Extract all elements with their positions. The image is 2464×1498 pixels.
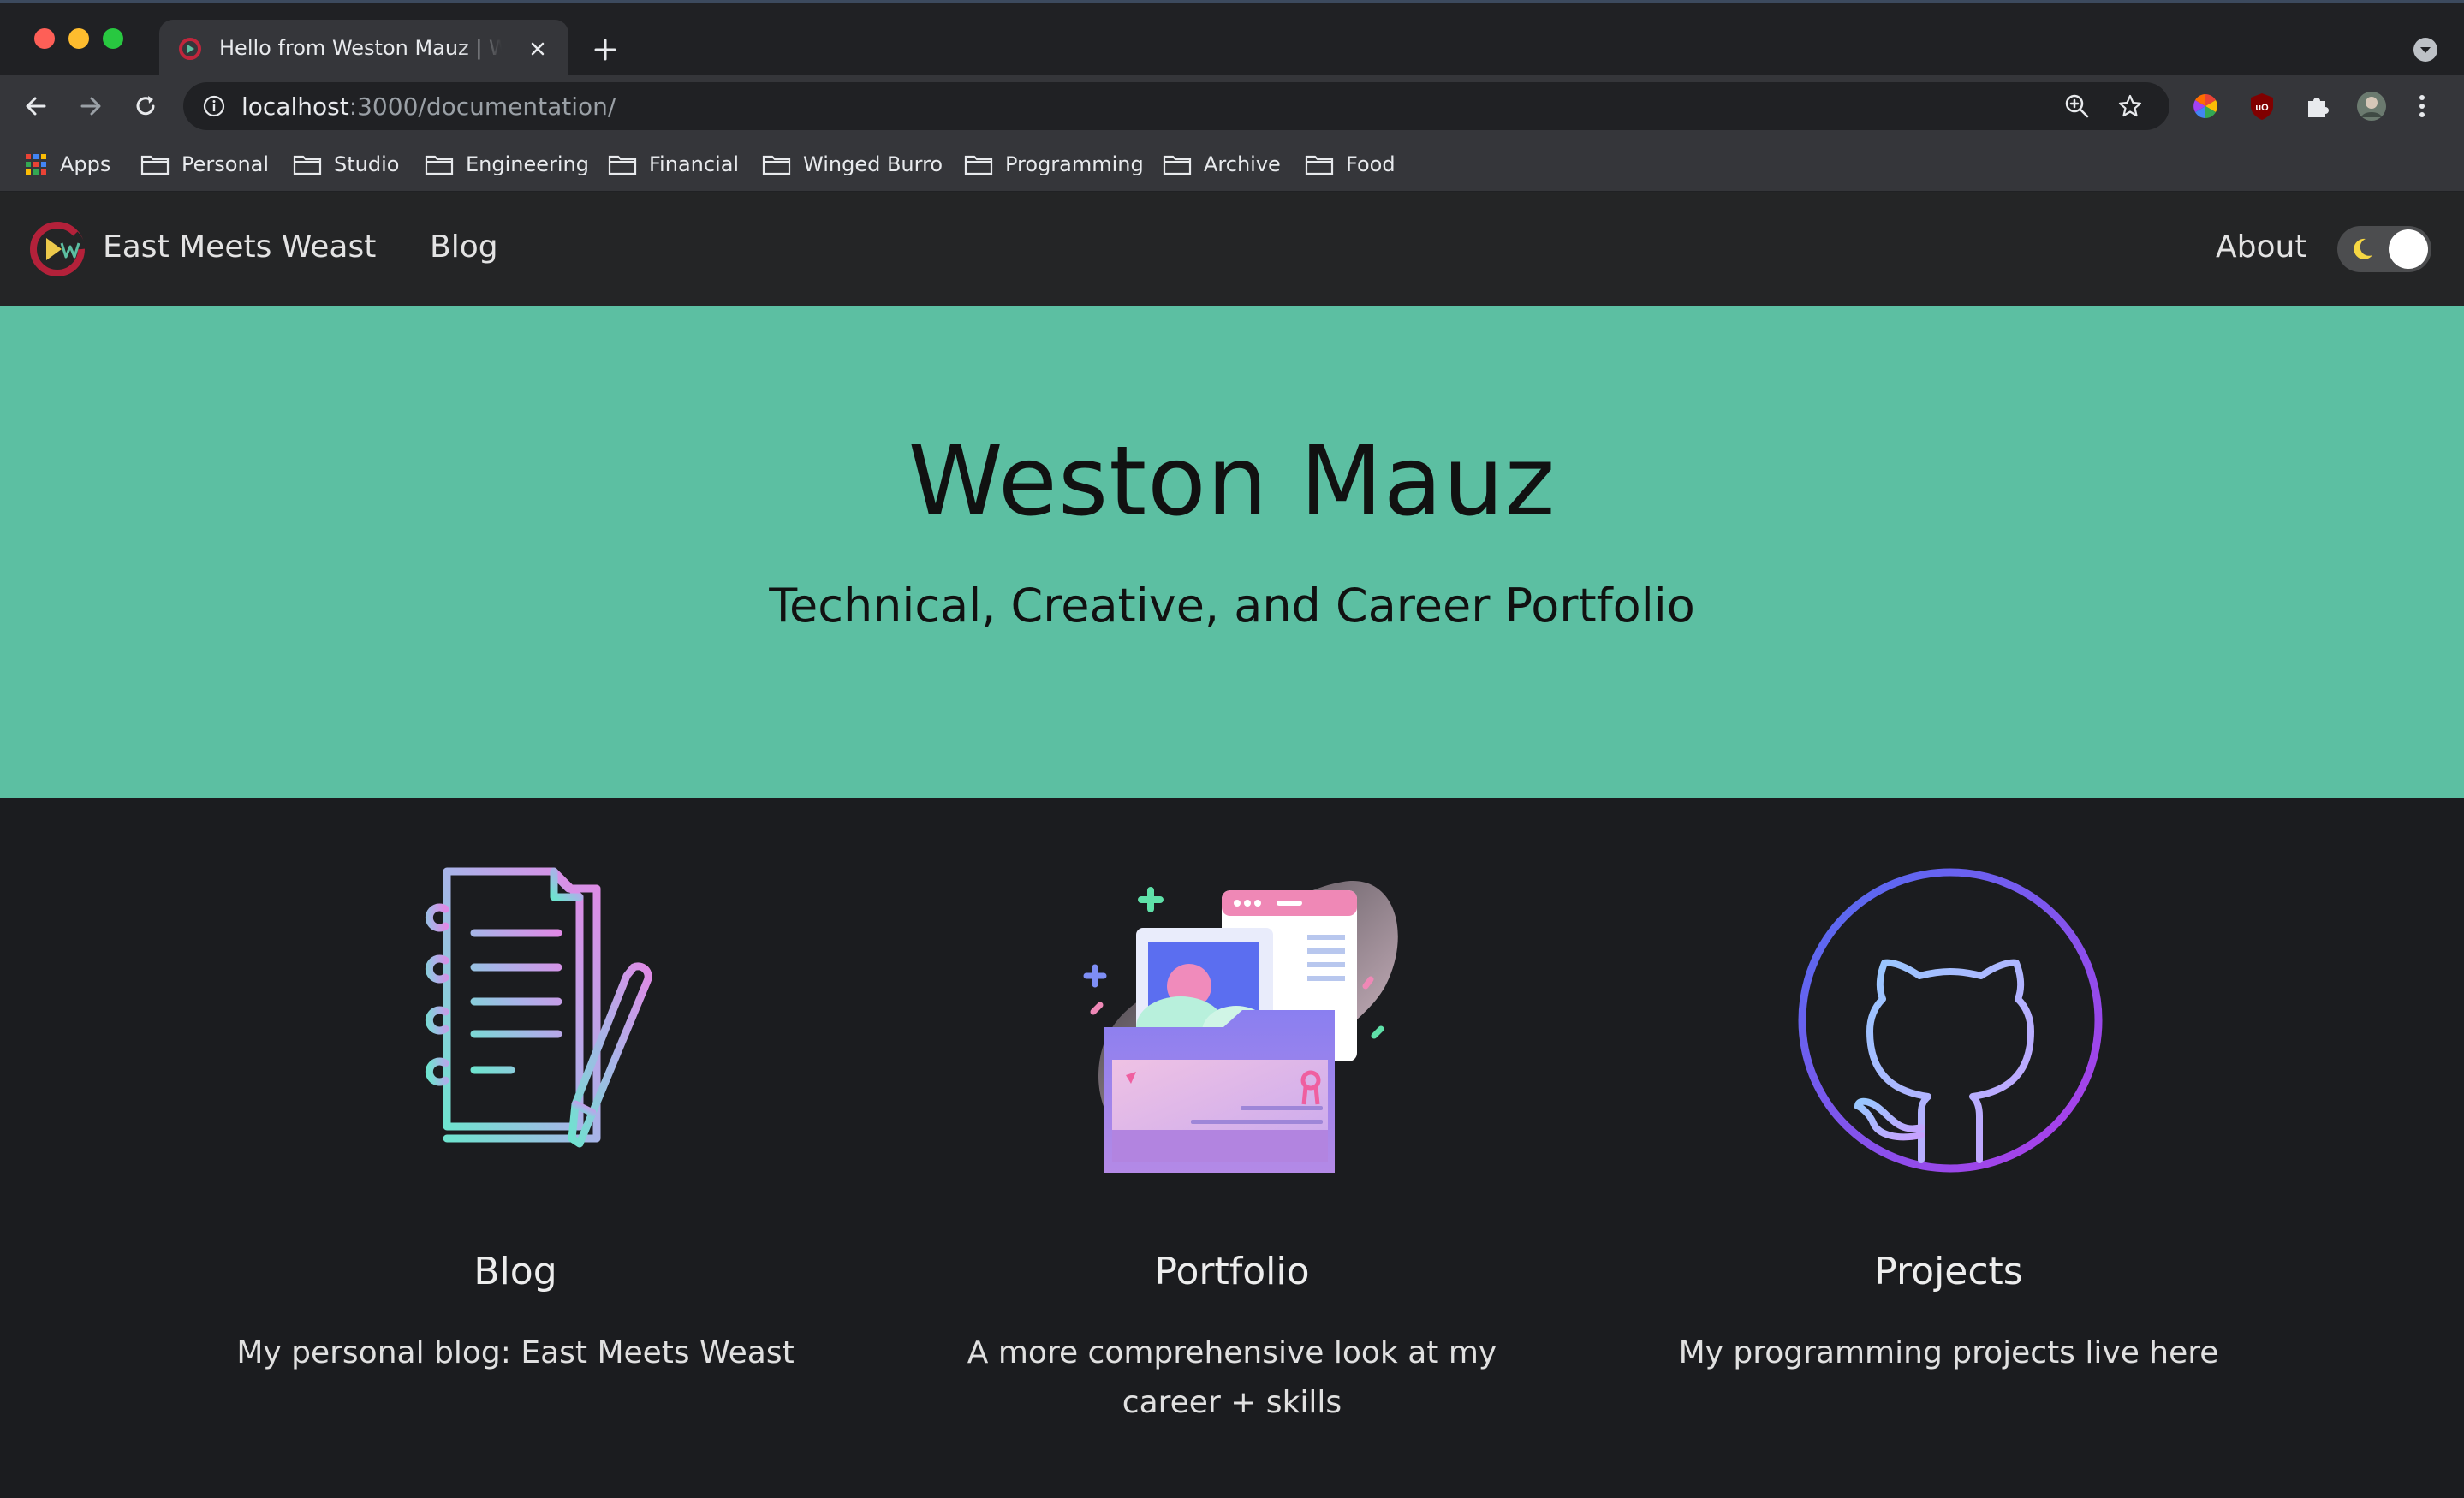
moon-icon: [2354, 238, 2372, 259]
apps-grid-icon: [26, 154, 46, 175]
folder-icon: [1163, 155, 1192, 175]
nav-link-about[interactable]: About: [2216, 229, 2306, 265]
folder-icon: [608, 155, 637, 175]
feature-title[interactable]: Blog: [164, 1250, 866, 1293]
feature-card-projects[interactable]: Projects My programming projects live he…: [1598, 798, 2300, 1498]
address-bar[interactable]: localhost:3000/documentation/: [183, 82, 2169, 130]
toggle-knob: [2389, 229, 2428, 269]
hero-title: Weston Mauz: [908, 426, 1556, 538]
tab-search-chevron-icon[interactable]: [2413, 37, 2438, 62]
bookmark-folder-archive[interactable]: Archive: [1163, 149, 1281, 180]
reload-icon[interactable]: [130, 91, 161, 122]
folder-icon: [425, 155, 454, 175]
folder-icon: [964, 155, 993, 175]
site-navbar: East Meets Weast Blog About: [0, 192, 2464, 306]
features-section: Blog My personal blog: East Meets Weast: [0, 798, 2464, 1498]
bookmarks-bar: Apps Personal Studio Engineering Financi…: [0, 137, 2464, 192]
profile-avatar-icon[interactable]: [2354, 89, 2389, 123]
bookmark-star-icon[interactable]: [2116, 92, 2144, 120]
bookmark-folder-food[interactable]: Food: [1305, 149, 1396, 180]
site-logo-icon[interactable]: [27, 219, 87, 279]
bookmark-apps[interactable]: Apps: [24, 149, 110, 180]
folder-icon: [293, 155, 322, 175]
bookmark-folder-winged-burro[interactable]: Winged Burro: [762, 149, 943, 180]
bookmark-folder-studio[interactable]: Studio: [293, 149, 399, 180]
forward-arrow-icon[interactable]: [75, 91, 106, 122]
address-url[interactable]: localhost:3000/documentation/: [241, 92, 616, 121]
window-zoom-button[interactable]: [103, 28, 123, 49]
back-arrow-icon[interactable]: [21, 91, 51, 122]
feature-title[interactable]: Projects: [1598, 1250, 2300, 1293]
browser-tab-strip: Hello from Weston Mauz | Weston Mauz: [0, 0, 2464, 78]
new-tab-plus-icon[interactable]: [591, 35, 620, 64]
ublock-shield-icon[interactable]: uO: [2245, 89, 2279, 123]
feature-card-blog[interactable]: Blog My personal blog: East Meets Weast: [164, 798, 866, 1498]
hero-subtitle: Technical, Creative, and Career Portfoli…: [769, 579, 1695, 633]
site-info-icon[interactable]: [202, 94, 226, 118]
browser-toolbar: localhost:3000/documentation/ uO: [0, 75, 2464, 137]
site-favicon-icon: [179, 38, 201, 60]
site-brand-link[interactable]: East Meets Weast: [103, 229, 376, 265]
bookmark-folder-personal[interactable]: Personal: [140, 149, 269, 180]
feature-card-portfolio[interactable]: Portfolio A more comprehensive look at m…: [881, 798, 1583, 1498]
browser-tab-active[interactable]: Hello from Weston Mauz | Weston Mauz: [159, 20, 568, 78]
close-tab-icon[interactable]: [526, 37, 550, 61]
folder-icon: [140, 155, 170, 175]
extensions-puzzle-icon[interactable]: [2300, 89, 2334, 123]
feature-description: My personal blog: East Meets Weast: [236, 1335, 795, 1370]
feature-description: My programming projects live here: [1678, 1335, 2219, 1370]
nav-link-blog[interactable]: Blog: [430, 229, 498, 265]
feature-description: A more comprehensive look at my career +…: [967, 1335, 1497, 1420]
portfolio-folder-icon[interactable]: [1052, 856, 1412, 1173]
window-close-button[interactable]: [34, 28, 55, 49]
feature-title[interactable]: Portfolio: [881, 1250, 1583, 1293]
tab-title: Hello from Weston Mauz | Weston Mauz: [219, 36, 502, 60]
zoom-icon[interactable]: [2063, 92, 2091, 120]
folder-icon: [762, 155, 791, 175]
bookmark-folder-programming[interactable]: Programming: [964, 149, 1144, 180]
color-picker-extension-icon[interactable]: [2188, 89, 2223, 123]
folder-icon: [1305, 155, 1334, 175]
more-menu-dots-icon[interactable]: [2411, 89, 2433, 123]
bookmark-folder-financial[interactable]: Financial: [608, 149, 739, 180]
window-minimize-button[interactable]: [68, 28, 89, 49]
bookmark-folder-engineering[interactable]: Engineering: [425, 149, 589, 180]
svg-text:uO: uO: [2255, 103, 2269, 113]
notebook-pencil-icon[interactable]: [336, 856, 695, 1173]
github-octocat-icon[interactable]: [1769, 856, 2128, 1173]
hero-banner: Weston Mauz Technical, Creative, and Car…: [0, 306, 2464, 798]
dark-mode-toggle[interactable]: [2337, 226, 2431, 272]
